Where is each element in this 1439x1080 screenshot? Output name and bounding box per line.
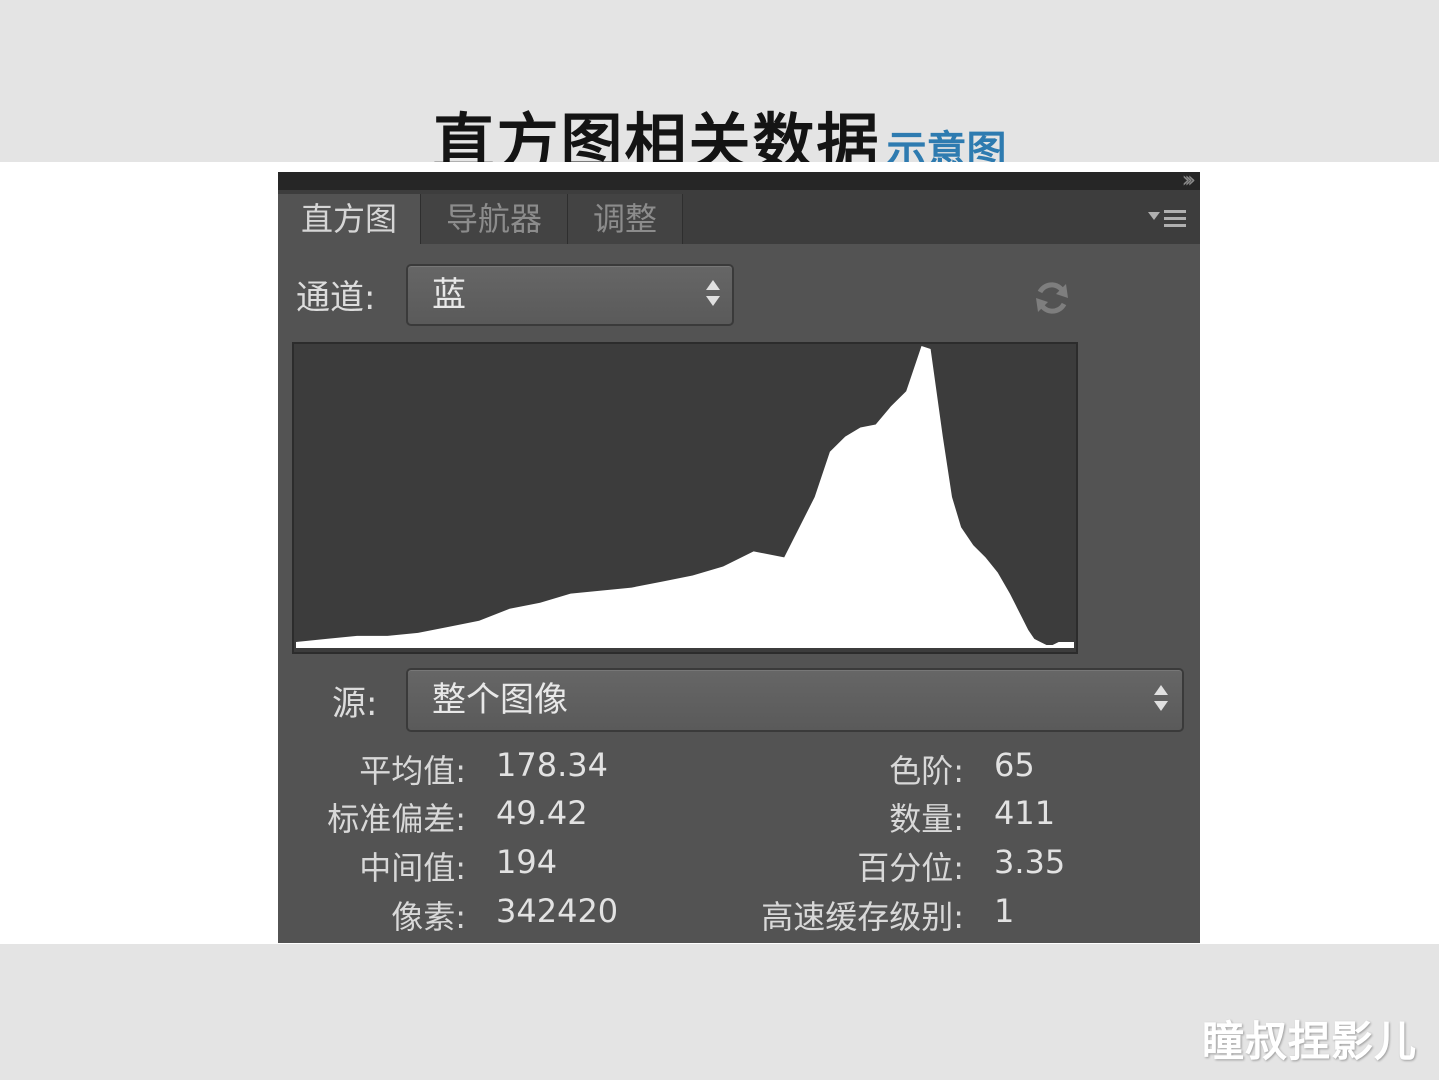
watermark: 瞳叔捏影儿 (1201, 1017, 1417, 1066)
stat-count-value: 411 (994, 794, 1056, 832)
source-value: 整个图像 (432, 680, 568, 720)
stat-percentile-label: 百分位: (857, 849, 964, 887)
channel-label: 通道: (296, 278, 376, 318)
tab-histogram[interactable]: 直方图 (278, 194, 421, 244)
stat-cache-label: 高速缓存级别: (761, 898, 964, 936)
menu-line (1164, 224, 1186, 227)
stat-pixels-value: 342420 (496, 892, 619, 930)
stat-mean-label: 平均值: (359, 752, 466, 790)
stat-level-label: 色阶: (889, 752, 964, 790)
histogram-display (292, 342, 1078, 654)
channel-select[interactable]: 蓝 (406, 264, 734, 326)
histogram-area (296, 346, 1074, 648)
stat-median-value: 194 (496, 843, 558, 881)
down-arrow (1154, 701, 1168, 711)
panel-menu-icon[interactable] (1148, 202, 1188, 232)
channel-value: 蓝 (432, 275, 466, 315)
source-select[interactable]: 整个图像 (406, 668, 1184, 732)
stat-stddev-value: 49.42 (496, 794, 588, 832)
stat-count-label: 数量: (889, 800, 964, 838)
down-arrow (706, 296, 720, 306)
histogram-panel: ››› 直方图 导航器 调整 通道: 蓝 源: 整个图像 平均值: 178.34… (278, 172, 1200, 943)
stat-median-label: 中间值: (359, 849, 466, 887)
stat-level-value: 65 (994, 746, 1035, 784)
stat-cache-value: 1 (994, 892, 1015, 930)
up-down-arrows-icon (706, 280, 720, 310)
source-label: 源: (332, 684, 378, 724)
menu-line (1164, 217, 1186, 220)
stat-percentile-value: 3.35 (994, 843, 1066, 881)
up-arrow (1154, 685, 1168, 695)
histogram-chart (296, 346, 1074, 648)
menu-triangle (1148, 212, 1160, 220)
refresh-icon[interactable] (1030, 276, 1074, 320)
stat-stddev-label: 标准偏差: (327, 800, 466, 838)
menu-line (1164, 210, 1186, 213)
panel-topbar: ››› (278, 172, 1200, 193)
tab-navigator[interactable]: 导航器 (421, 194, 568, 244)
tab-adjustments[interactable]: 调整 (568, 194, 683, 244)
stat-mean-value: 178.34 (496, 746, 608, 784)
stat-pixels-label: 像素: (391, 898, 466, 936)
tab-bar: 直方图 导航器 调整 (278, 190, 1200, 244)
up-down-arrows-icon (1154, 685, 1168, 715)
up-arrow (706, 280, 720, 290)
